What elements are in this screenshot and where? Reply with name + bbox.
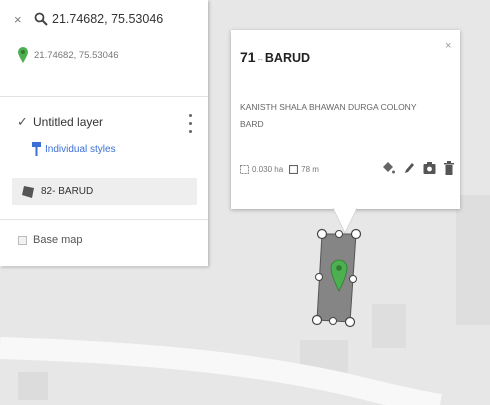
- vertex-handle[interactable]: [311, 314, 323, 326]
- area-value: 0.030 ha: [252, 165, 284, 174]
- feature-label: 82- BARUD: [41, 186, 94, 197]
- basemap-label: Base map: [33, 234, 83, 246]
- vertex-handle[interactable]: [350, 228, 362, 240]
- layer-options-icon[interactable]: [186, 111, 194, 135]
- popup-title-separator: --: [257, 55, 263, 64]
- midpoint-handle[interactable]: [349, 275, 357, 283]
- search-query[interactable]: 21.74682, 75.53046: [52, 12, 163, 26]
- individual-styles-link[interactable]: Individual styles: [32, 142, 116, 156]
- side-panel: × 21.74682, 75.53046 21.74682, 75.53046 …: [0, 0, 208, 266]
- layer-visible-check-icon[interactable]: ✓: [17, 114, 29, 130]
- camera-icon[interactable]: [423, 161, 436, 175]
- result-coords: 21.74682, 75.53046: [34, 49, 119, 61]
- search-row: × 21.74682, 75.53046: [14, 10, 163, 28]
- divider: [0, 219, 208, 220]
- close-search-icon[interactable]: ×: [14, 12, 30, 27]
- popup-title-name: BARUD: [264, 51, 311, 65]
- area-icon: [240, 165, 249, 174]
- popup-pointer: [333, 207, 357, 233]
- search-icon[interactable]: [34, 12, 48, 26]
- paint-roller-icon: [32, 142, 41, 156]
- layer-name[interactable]: Untitled layer: [33, 115, 103, 129]
- basemap-toggle[interactable]: [18, 235, 27, 245]
- popup-measurements: 0.030 ha 78 m: [240, 165, 319, 174]
- description-line: BARD: [240, 119, 264, 129]
- divider: [0, 96, 208, 97]
- feature-info-popup: × 71 -- BARUD KANISTH SHALA BHAWAN DURGA…: [231, 30, 460, 209]
- vertex-handle[interactable]: [316, 228, 328, 240]
- close-popup-icon[interactable]: ×: [445, 40, 451, 52]
- search-result[interactable]: 21.74682, 75.53046: [18, 44, 119, 66]
- perimeter-value: 78 m: [301, 165, 319, 174]
- midpoint-handle[interactable]: [329, 317, 337, 325]
- map-pin-icon: [18, 47, 28, 63]
- paint-bucket-icon[interactable]: [381, 161, 395, 175]
- popup-toolbar: [381, 161, 454, 175]
- popup-description: KANISTH SHALA BHAWAN DURGA COLONY BARD: [240, 99, 440, 133]
- edit-pencil-icon[interactable]: [403, 161, 415, 175]
- delete-trash-icon[interactable]: [444, 161, 454, 175]
- midpoint-handle[interactable]: [315, 273, 323, 281]
- layer-header[interactable]: ✓ Untitled layer: [17, 114, 103, 130]
- polygon-icon: [22, 185, 34, 198]
- perimeter-icon: [289, 165, 299, 174]
- popup-title-number: 71: [240, 49, 256, 65]
- description-line: KANISTH SHALA BHAWAN DURGA COLONY: [240, 102, 417, 112]
- styles-label: Individual styles: [45, 143, 116, 155]
- vertex-handle[interactable]: [344, 316, 356, 328]
- popup-title: 71 -- BARUD: [240, 49, 310, 65]
- feature-list-item[interactable]: 82- BARUD: [12, 178, 197, 205]
- midpoint-handle[interactable]: [335, 230, 343, 238]
- basemap-row[interactable]: Base map: [18, 234, 83, 246]
